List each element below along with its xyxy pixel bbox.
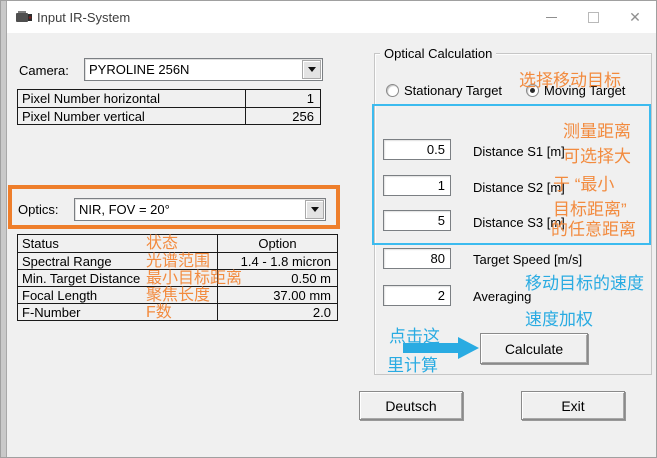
distance-s1-label: Distance S1 [m] (473, 144, 565, 159)
window-controls: ✕ (530, 1, 656, 33)
table-row: Spectral Range 光谱范围 1.4 - 1.8 micron (18, 252, 337, 269)
exit-button[interactable]: Exit (521, 391, 625, 420)
exit-button-label: Exit (561, 398, 584, 414)
target-speed-label: Target Speed [m/s] (473, 252, 582, 267)
min-target-distance-value: 0.50 m (217, 270, 337, 286)
deutsch-button-label: Deutsch (385, 398, 436, 414)
select-moving-annotation: 选择移动目标 (519, 66, 621, 91)
optics-combobox-value: NIR, FOV = 20° (75, 200, 304, 219)
min-target-distance-label: Min. Target Distance (18, 270, 217, 286)
table-row: Focal Length 聚焦长度 37.00 mm (18, 286, 337, 303)
optics-label: Optics: (18, 202, 58, 217)
minimize-icon (546, 17, 557, 18)
distance-note-annotation-2: 于 “最小 (553, 170, 614, 195)
averaging-label: Averaging (473, 289, 531, 304)
distance-note-annotation-4: 的任意距离 (551, 215, 636, 240)
optics-combobox-dropdown-button[interactable] (305, 200, 324, 219)
pixel-vertical-value: 256 (245, 108, 320, 124)
measure-distance-annotation: 测量距离 (563, 117, 631, 142)
f-number-value: 2.0 (217, 304, 337, 320)
spectral-range-value: 1.4 - 1.8 micron (217, 253, 337, 269)
camera-combobox-dropdown-button[interactable] (302, 60, 321, 79)
camera-label: Camera: (19, 63, 69, 78)
averaging-input[interactable] (383, 285, 451, 306)
table-row: F-Number F数 2.0 (18, 303, 337, 320)
chevron-down-icon (311, 207, 319, 212)
stationary-target-radio[interactable]: Stationary Target (386, 83, 502, 98)
calculate-button-label: Calculate (505, 341, 563, 357)
distance-s1-input[interactable] (383, 139, 451, 160)
pixel-horizontal-value: 1 (245, 90, 320, 107)
maximize-icon (588, 12, 599, 23)
camera-icon (16, 10, 33, 24)
distance-s2-input[interactable] (383, 175, 451, 196)
focal-length-label: Focal Length (18, 287, 217, 303)
table-row: Pixel Number horizontal 1 (18, 90, 320, 107)
close-icon: ✕ (629, 10, 641, 24)
averaging-annotation: 速度加权 (525, 305, 593, 330)
status-header-label: Status (18, 235, 217, 252)
title-bar[interactable]: Input IR-System ✕ (1, 1, 656, 33)
click-here-annotation-2: 里计算 (387, 351, 438, 376)
deutsch-button[interactable]: Deutsch (359, 391, 463, 420)
status-table: Status 状态 Option Spectral Range 光谱范围 1.4… (17, 234, 338, 321)
minimize-button[interactable] (530, 1, 572, 33)
group-title: Optical Calculation (380, 46, 496, 61)
distance-s2-label: Distance S2 [m] (473, 180, 565, 195)
table-row: Pixel Number vertical 256 (18, 107, 320, 124)
status-header-value: Option (217, 235, 337, 252)
camera-combobox[interactable]: PYROLINE 256N (84, 58, 323, 81)
stationary-target-label: Stationary Target (404, 83, 502, 98)
table-row: Status 状态 Option (18, 235, 337, 252)
pixel-table: Pixel Number horizontal 1 Pixel Number v… (17, 89, 321, 125)
target-speed-annotation: 移动目标的速度 (525, 269, 644, 294)
optics-combobox[interactable]: NIR, FOV = 20° (74, 198, 326, 221)
dialog-input-ir-system: Input IR-System ✕ Camera: PYROLINE 256N … (0, 0, 657, 458)
spectral-range-label: Spectral Range (18, 253, 217, 269)
window-title: Input IR-System (37, 10, 130, 25)
arrow-head-icon (458, 337, 479, 359)
pixel-horizontal-label: Pixel Number horizontal (18, 90, 245, 107)
radio-icon (386, 84, 399, 97)
table-row: Min. Target Distance 最小目标距离 0.50 m (18, 269, 337, 286)
maximize-button[interactable] (572, 1, 614, 33)
chevron-down-icon (308, 67, 316, 72)
calculate-button[interactable]: Calculate (480, 333, 588, 364)
arrow-icon (403, 343, 459, 353)
pixel-vertical-label: Pixel Number vertical (18, 108, 245, 124)
distance-s3-input[interactable] (383, 210, 451, 231)
focal-length-value: 37.00 mm (217, 287, 337, 303)
close-button[interactable]: ✕ (614, 1, 656, 33)
target-speed-input[interactable] (383, 248, 451, 269)
window-frame-edge (1, 1, 7, 457)
camera-combobox-value: PYROLINE 256N (85, 60, 301, 79)
distance-note-annotation-1: 可选择大 (563, 142, 631, 167)
f-number-label: F-Number (18, 304, 217, 320)
